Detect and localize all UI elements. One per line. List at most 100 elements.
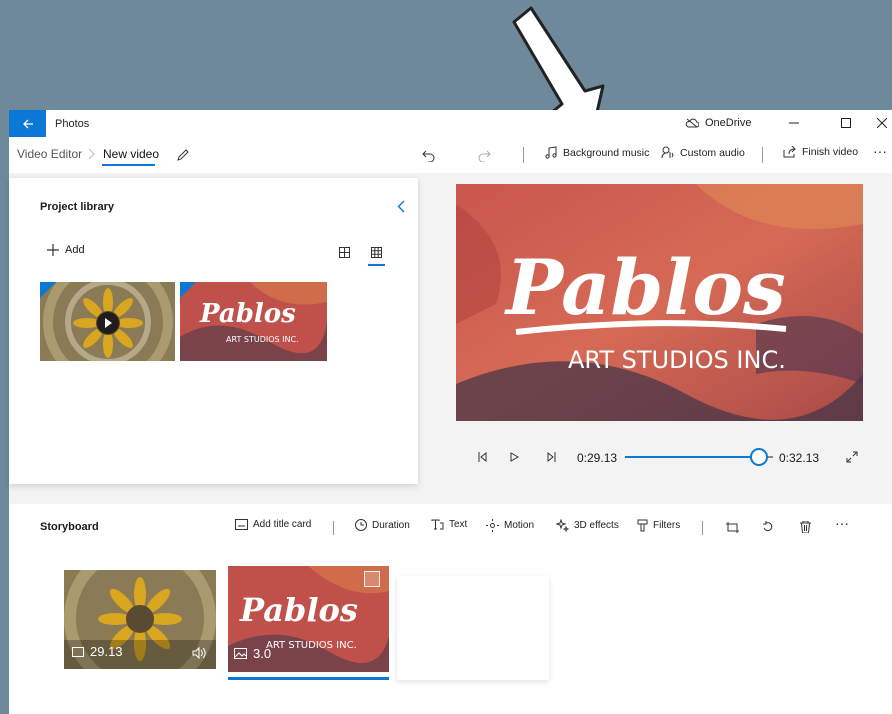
back-button[interactable] [9,110,46,137]
sparkle-icon [556,519,569,532]
back-arrow-icon [22,119,33,128]
pencil-icon [176,148,189,161]
small-grid-icon [370,246,382,258]
breadcrumb-video-editor[interactable]: Video Editor [17,147,82,161]
collapse-library-button[interactable] [393,198,409,214]
rename-button[interactable] [173,146,191,164]
selection-corner [40,282,56,298]
close-icon [877,118,887,128]
play-icon [510,452,519,462]
resize-button[interactable] [724,519,740,535]
plus-icon [47,244,59,256]
storyboard-title: Storyboard [40,521,99,533]
onedrive-label: OneDrive [705,117,752,129]
finish-video-button[interactable]: Finish video [783,146,858,158]
preview-brand-text: Pablos [504,243,786,332]
toolbar-divider [762,147,763,163]
selection-corner [180,282,196,298]
next-frame-button[interactable] [544,450,558,464]
text-icon [431,519,444,530]
image-clip-icon [234,648,247,659]
undo-button[interactable] [419,145,439,165]
storyboard-clip-image[interactable]: Pablos ART STUDIOS INC. 3.0 [228,566,389,672]
title-card-icon [235,519,248,530]
maximize-button[interactable] [837,115,855,131]
preview-subtitle-text: ART STUDIOS INC. [568,346,786,374]
empty-storyboard-slot[interactable] [397,576,549,680]
clip-duration: 29.13 [72,644,123,659]
seek-bar-progress [625,456,760,458]
storyboard-divider [333,521,334,535]
large-grid-view-button[interactable] [336,244,352,260]
more-options-button[interactable]: ··· [873,143,887,159]
custom-audio-label: Custom audio [680,146,745,159]
breadcrumb-new-video[interactable]: New video [103,147,159,161]
editor-toolbar: Video Editor New video Background music … [9,137,892,173]
clip-duration: 3.0 [234,646,271,661]
svg-text:ART STUDIOS INC.: ART STUDIOS INC. [226,335,299,344]
previous-frame-button[interactable] [475,450,489,464]
clip-select-checkbox[interactable] [364,571,380,587]
cloud-icon [685,118,699,128]
undo-icon [422,150,435,162]
filter-icon [637,519,648,532]
small-grid-view-button[interactable] [368,244,384,260]
custom-audio-button[interactable]: Custom audio [661,146,745,159]
app-title: Photos [55,118,90,130]
video-preview[interactable]: Pablos ART STUDIOS INC. [456,184,863,421]
toolbar-divider [523,147,524,163]
video-clip-icon [72,646,84,657]
close-button[interactable] [873,115,891,131]
storyboard-clip-video[interactable]: 29.13 [64,570,216,669]
fullscreen-button[interactable] [844,449,860,465]
maximize-icon [841,118,851,128]
motion-button[interactable]: Motion [486,519,534,532]
large-grid-icon [338,246,350,258]
trash-icon [799,521,811,533]
photos-app-window: Photos OneDrive Video Editor New video B… [9,110,892,714]
clock-icon [355,519,367,531]
music-note-icon [545,146,557,159]
share-icon [783,146,796,158]
sunflower-image [40,282,175,361]
duration-button[interactable]: Duration [355,519,410,531]
text-button[interactable]: Text [431,519,467,530]
play-button[interactable] [507,450,521,464]
preview-frame: Pablos ART STUDIOS INC. [456,184,863,421]
selected-clip-indicator [228,677,389,680]
finish-video-label: Finish video [802,146,859,158]
minimize-icon [789,122,799,124]
add-media-button[interactable]: Add [47,244,85,256]
rotate-button[interactable] [760,519,776,535]
crop-icon [725,521,739,533]
background-music-button[interactable]: Background music [545,146,649,159]
background-music-label: Background music [563,146,650,159]
redo-icon [478,150,491,162]
speaker-icon[interactable] [192,647,206,659]
svg-text:Pablos: Pablos [199,299,296,329]
seek-bar[interactable] [625,448,773,466]
minimize-button[interactable] [785,115,803,131]
motion-label: Motion [504,520,535,531]
pablos-logo-image: Pablos ART STUDIOS INC. [180,282,327,361]
storyboard-divider [702,521,703,535]
clip-duration-value: 29.13 [90,644,123,659]
filters-button[interactable]: Filters [637,519,680,532]
redo-button[interactable] [474,145,494,165]
project-library-title: Project library [40,201,114,213]
expand-icon [846,451,858,463]
onedrive-status[interactable]: OneDrive [685,117,751,129]
delete-button[interactable] [797,519,813,535]
add-title-card-button[interactable]: Add title card [235,519,311,530]
storyboard-more-button[interactable]: ··· [835,515,849,531]
3d-effects-button[interactable]: 3D effects [556,519,619,532]
seek-thumb[interactable] [750,448,769,466]
playback-controls: 0:29.13 0:32.13 [456,445,876,469]
library-image-thumbnail[interactable]: Pablos ART STUDIOS INC. [180,282,327,361]
step-forward-icon [547,452,555,462]
step-back-icon [478,452,486,462]
library-video-thumbnail[interactable] [40,282,175,361]
3d-effects-label: 3D effects [574,520,619,531]
chevron-left-icon [397,200,405,212]
view-active-indicator [368,264,385,266]
